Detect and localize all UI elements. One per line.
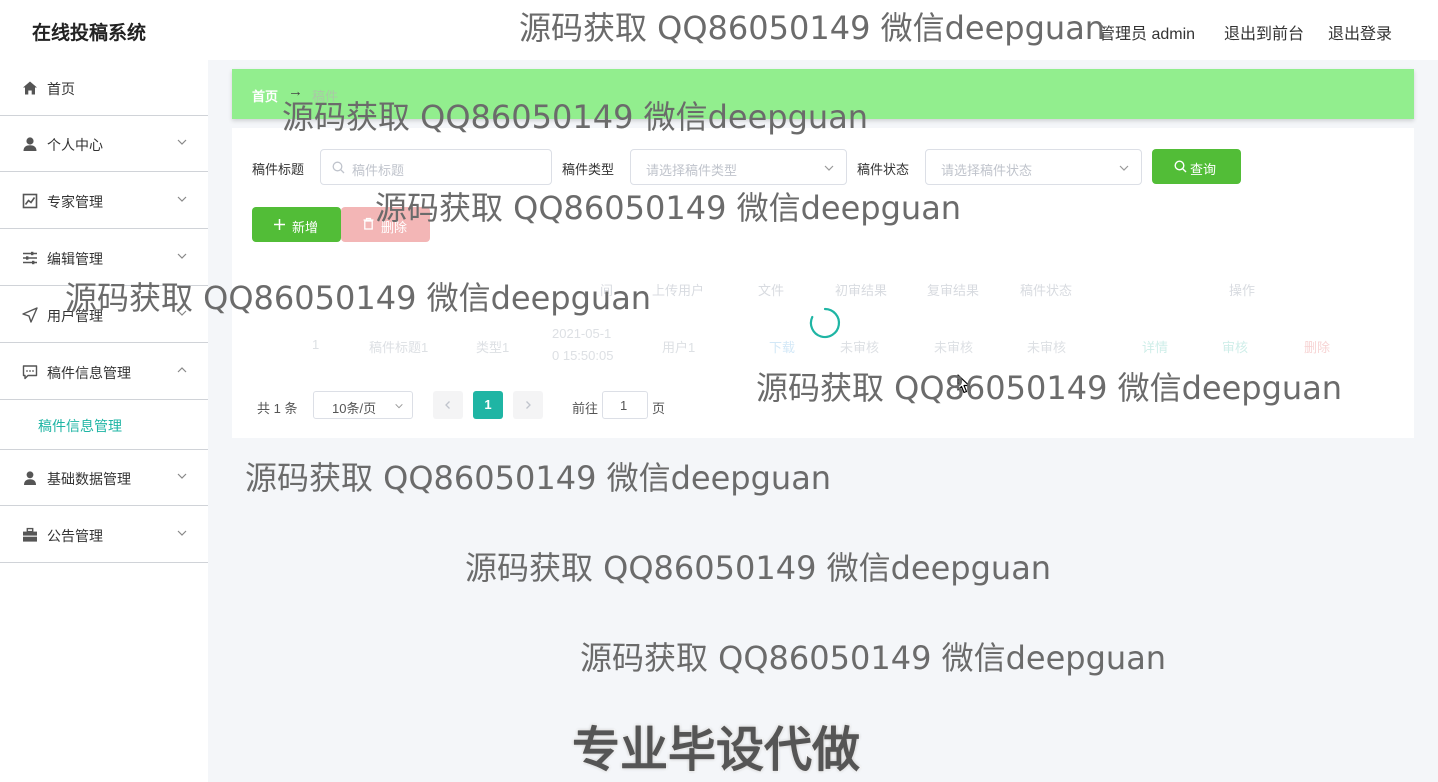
row-user: 用户1 [662,340,696,355]
watermark-text: 源码获取 QQ86050149 微信deepguan [519,9,1106,47]
table-header-first-review: 初审结果 [835,283,888,298]
sidebar-item-label: 稿件信息管理 [47,365,131,381]
chevron-left-icon [445,401,450,409]
watermark-text: 源码获取 QQ86050149 微信deepguan [375,189,962,227]
sidebar-item-expert-management[interactable]: 专家管理 [0,173,208,229]
search-icon [332,161,345,174]
page-unit-label: 页 [652,401,666,416]
title-search-input[interactable]: 稿件标题 [320,149,552,185]
chart-icon [22,193,38,209]
row-index: 1 [312,337,320,352]
goto-page-value: 1 [620,398,628,413]
row-detail-button[interactable]: 详情 [1142,337,1168,356]
sidebar-item-label: 专家管理 [47,194,103,210]
status-filter-label: 稿件状态 [857,162,910,177]
goto-label: 前往 [572,401,599,416]
sidebar: 首页 个人中心 专家管理 编辑管理 用户管理 稿件信息管理 稿件信息管理 基础数… [0,60,208,782]
row-time-line1: 2021-05-1 [552,326,612,341]
table-header-user: 上传用户 [652,283,705,298]
table-header-second-review: 复审结果 [927,283,980,298]
watermark-text: 源码获取 QQ86050149 微信deepguan [580,639,1167,677]
sidebar-item-personal-center[interactable]: 个人中心 [0,116,208,172]
page-size-value: 10条/页 [332,401,377,416]
table-header-file: 文件 [758,283,785,298]
status-select-placeholder: 请选择稿件状态 [941,163,1033,178]
row-download-link[interactable]: 下载 [769,337,795,356]
chevron-down-icon [177,253,187,259]
type-select-placeholder: 请选择稿件类型 [646,163,738,178]
sidebar-item-label: 编辑管理 [47,251,103,267]
sidebar-subitem-manuscript-management[interactable]: 稿件信息管理 [0,400,208,450]
admin-user-label[interactable]: 管理员 admin [1099,20,1195,44]
table-header-status: 稿件状态 [1020,283,1073,298]
user-icon [23,137,37,151]
chevron-down-icon [395,403,403,409]
search-icon [1174,160,1187,173]
row-review-button[interactable]: 审核 [1222,337,1248,356]
chevron-down-icon [177,473,187,479]
sidebar-item-basic-data-management[interactable]: 基础数据管理 [0,450,208,506]
loading-spinner-icon [809,307,841,339]
add-button-label: 新增 [292,220,319,235]
briefcase-icon [23,527,37,542]
chevron-right-icon [526,401,531,409]
row-title: 稿件标题1 [369,340,429,355]
status-select[interactable]: 请选择稿件状态 [925,149,1142,185]
sidebar-item-label: 公告管理 [47,528,103,544]
chevron-down-icon [177,196,187,202]
sidebar-item-announcement-management[interactable]: 公告管理 [0,507,208,563]
chevron-down-icon [177,530,187,536]
person-icon [24,471,36,485]
trash-icon [363,217,374,230]
sidebar-item-label: 首页 [47,81,75,97]
chevron-down-icon [824,165,834,171]
prev-page-button[interactable] [433,391,463,419]
watermark-text: 源码获取 QQ86050149 微信deepguan [465,549,1052,587]
sidebar-item-label: 基础数据管理 [47,471,131,487]
sidebar-item-manuscript-management[interactable]: 稿件信息管理 [0,344,208,400]
search-button-label: 查询 [1190,162,1217,177]
plus-icon [274,219,285,230]
row-second-review: 未审核 [934,340,974,355]
sliders-icon [23,251,37,265]
type-select[interactable]: 请选择稿件类型 [630,149,847,185]
pagination-total: 共 1 条 [257,401,298,416]
title-input-placeholder: 稿件标题 [352,163,405,178]
send-icon [22,307,38,323]
next-page-button[interactable] [513,391,543,419]
home-icon [23,81,37,95]
logout-link[interactable]: 退出登录 [1328,20,1392,44]
row-delete-button[interactable]: 删除 [1304,337,1330,356]
page-size-select[interactable]: 10条/页 [313,391,413,419]
add-button[interactable]: 新增 [252,207,341,242]
search-button[interactable]: 查询 [1152,149,1241,184]
row-type: 类型1 [476,340,510,355]
watermark-text: 源码获取 QQ86050149 微信deepguan [65,279,652,317]
chevron-down-icon [1119,165,1129,171]
row-time-line2: 0 15:50:05 [552,348,614,363]
watermark-text: 源码获取 QQ86050149 微信deepguan [282,98,869,136]
chevron-down-icon [177,139,187,145]
chat-icon [22,365,38,380]
sidebar-item-label: 个人中心 [47,137,103,153]
goto-page-input[interactable]: 1 [602,391,648,419]
sidebar-subitem-label: 稿件信息管理 [38,418,122,434]
app-title: 在线投稿系统 [32,23,147,44]
breadcrumb-home[interactable]: 首页 [252,86,278,105]
row-first-review: 未审核 [840,340,880,355]
page-1-button[interactable]: 1 [473,391,503,419]
watermark-text: 源码获取 QQ86050149 微信deepguan [756,369,1343,407]
watermark-banner: 专业毕设代做 [571,721,861,779]
chevron-up-icon [177,367,187,373]
title-filter-label: 稿件标题 [252,162,305,177]
row-status: 未审核 [1027,340,1067,355]
watermark-text: 源码获取 QQ86050149 微信deepguan [245,459,832,497]
type-filter-label: 稿件类型 [562,162,615,177]
exit-to-front-link[interactable]: 退出到前台 [1224,20,1304,44]
table-header-actions: 操作 [1229,283,1256,298]
sidebar-item-home[interactable]: 首页 [0,60,208,116]
